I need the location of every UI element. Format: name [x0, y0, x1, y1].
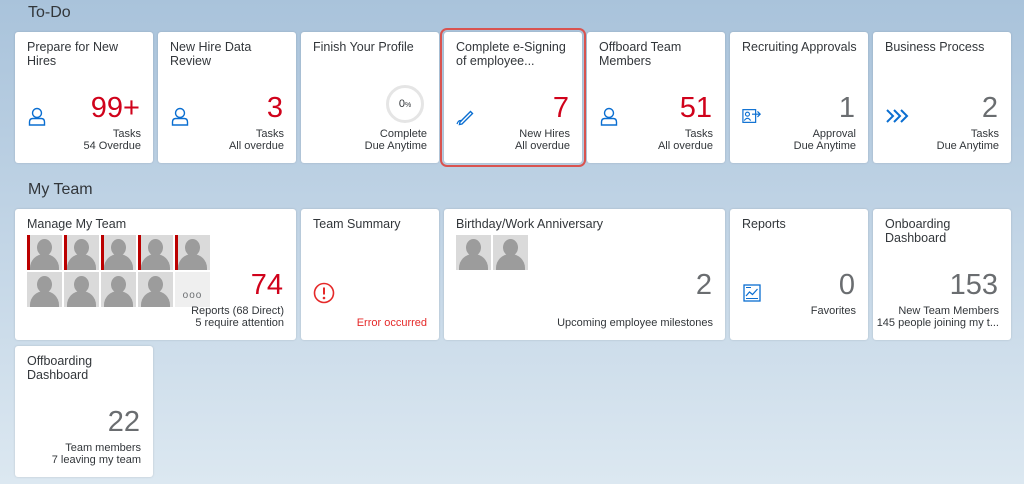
progress-ring: 0% [386, 85, 424, 123]
tile-value: 3 [266, 92, 283, 124]
tile-value: 74 [250, 269, 283, 301]
tile-unit: Tasks [684, 128, 713, 140]
tile-footer: 7 leaving my team [51, 454, 141, 466]
tile-unit: Favorites [810, 305, 856, 317]
employee-photo [27, 235, 62, 270]
tile-title: Manage My Team [27, 217, 127, 231]
milestone-photos [456, 235, 528, 270]
employee-photo [493, 235, 528, 270]
employee-photo [138, 272, 173, 307]
tile-unit: Team members [65, 442, 141, 454]
tile-footer: All overdue [514, 140, 570, 152]
chevrons-icon [886, 109, 909, 123]
tile-footer: Due Anytime [793, 140, 856, 152]
tile-new-hire-data-review[interactable]: New Hire Data Review 3 Tasks All overdue [158, 32, 296, 163]
tile-title: Finish Your Profile [313, 40, 414, 54]
report-icon [743, 284, 761, 302]
tile-recruiting-approvals[interactable]: Recruiting Approvals 1 Approval Due Anyt… [730, 32, 868, 163]
tile-title: Onboarding Dashboard [885, 217, 951, 245]
more-employees-icon[interactable]: ooo [175, 272, 210, 307]
tile-unit: Tasks [112, 128, 141, 140]
tile-offboarding-dashboard[interactable]: Offboarding Dashboard 22 Team members 7 … [15, 346, 153, 477]
tile-value: 2 [695, 269, 712, 301]
tile-footer: Upcoming employee milestones [557, 317, 713, 329]
employee-photo [456, 235, 491, 270]
approval-icon [742, 109, 762, 123]
employee-photo [64, 272, 99, 307]
tile-title: Team Summary [313, 217, 401, 231]
employee-photo [101, 272, 136, 307]
person-icon [171, 107, 189, 126]
tile-team-summary[interactable]: Team Summary Error occurred [301, 209, 439, 340]
tile-title: Prepare for New Hires [27, 40, 119, 68]
tile-unit: Tasks [970, 128, 999, 140]
tile-unit: Reports (68 Direct) [191, 305, 284, 317]
tile-unit: Complete [379, 128, 427, 140]
tile-birthday-work-anniversary[interactable]: Birthday/Work Anniversary 2 Upcoming emp… [444, 209, 725, 340]
tile-offboard-team-members[interactable]: Offboard Team Members 51 Tasks All overd… [587, 32, 725, 163]
person-icon [600, 107, 618, 126]
tile-unit: Approval [812, 128, 856, 140]
tile-footer: All overdue [228, 140, 284, 152]
tile-footer: 54 Overdue [83, 140, 141, 152]
tile-value: 7 [552, 92, 569, 124]
tile-unit: New Hires [519, 128, 570, 140]
tile-footer: Due Anytime [936, 140, 999, 152]
tile-value: 0 [838, 269, 855, 301]
tile-footer: Due Anytime [364, 140, 427, 152]
tile-value: 153 [949, 269, 998, 301]
section-title-todo: To-Do [28, 4, 71, 21]
tile-onboarding-dashboard[interactable]: Onboarding Dashboard 153 New Team Member… [873, 209, 1011, 340]
tile-footer: All overdue [657, 140, 713, 152]
tile-value: 22 [107, 406, 140, 438]
tile-unit: New Team Members [898, 305, 999, 317]
employee-photo [175, 235, 210, 270]
tile-title: Offboarding Dashboard [27, 354, 93, 382]
tile-value: 2 [981, 92, 998, 124]
tile-business-process[interactable]: Business Process 2 Tasks Due Anytime [873, 32, 1011, 163]
tile-unit: Tasks [255, 128, 284, 140]
tile-title: New Hire Data Review [170, 40, 252, 68]
tile-title: Recruiting Approvals [742, 40, 857, 54]
error-message: Error occurred [356, 317, 427, 329]
tile-title: Complete e-Signing of employee... [456, 40, 566, 68]
team-photo-grid: ooo [27, 235, 210, 307]
tile-footer: 145 people joining my t... [876, 317, 999, 329]
progress-suffix: % [404, 102, 412, 109]
tile-value: 51 [679, 92, 712, 124]
error-icon [313, 282, 335, 304]
tile-value: 99+ [90, 92, 140, 124]
tile-title: Birthday/Work Anniversary [456, 217, 604, 231]
tile-title: Offboard Team Members [599, 40, 682, 68]
employee-photo [64, 235, 99, 270]
tile-manage-my-team[interactable]: Manage My Team ooo 74 Reports (68 Direct… [15, 209, 296, 340]
employee-photo [138, 235, 173, 270]
employee-photo [27, 272, 62, 307]
person-icon [28, 107, 46, 126]
tile-title: Reports [742, 217, 786, 231]
tile-reports[interactable]: Reports 0 Favorites [730, 209, 868, 340]
employee-photo [101, 235, 136, 270]
section-title-my-team: My Team [28, 181, 93, 198]
tile-prepare-for-new-hires[interactable]: Prepare for New Hires 99+ Tasks 54 Overd… [15, 32, 153, 163]
tile-footer: 5 require attention [195, 317, 284, 329]
tile-complete-e-signing[interactable]: Complete e-Signing of employee... 7 New … [440, 28, 586, 167]
pen-icon [456, 110, 474, 126]
tile-finish-your-profile[interactable]: Finish Your Profile 0% Complete Due Anyt… [301, 32, 439, 163]
tile-value: 1 [838, 92, 855, 124]
tile-title: Business Process [885, 40, 985, 54]
